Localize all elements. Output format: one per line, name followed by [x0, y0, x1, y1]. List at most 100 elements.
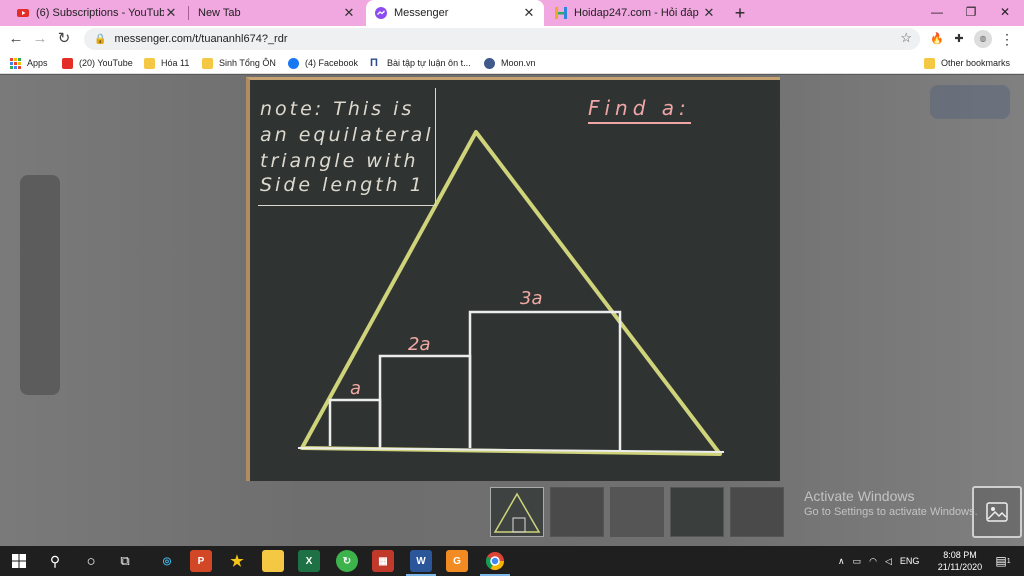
language-indicator[interactable]: ENG [900, 556, 920, 566]
apps-grid-icon [10, 57, 21, 69]
app-green-icon[interactable]: ↻ [336, 550, 358, 572]
thumbnail-4[interactable] [670, 487, 724, 537]
bookmark-label: Bài tập tự luận ôn t... [387, 58, 471, 68]
tab-label: Messenger [394, 7, 449, 19]
bookmark-label: Moon.vn [501, 58, 536, 68]
watermark-subtitle: Go to Settings to activate Windows. [804, 506, 978, 518]
back-button[interactable]: ← [6, 29, 26, 49]
tab-youtube[interactable]: (6) Subscriptions - YouTube ✕ [8, 0, 186, 26]
tab-new-tab[interactable]: New Tab ✕ [190, 0, 364, 26]
watermark-title: Activate Windows [804, 488, 915, 504]
bookmark-facebook[interactable]: (4) Facebook [288, 55, 358, 71]
close-icon[interactable]: ✕ [164, 5, 178, 21]
messenger-icon [374, 6, 388, 20]
note-line-3: triangle with [260, 150, 419, 172]
messenger-photo-viewer: note: This is an equilateral triangle wi… [0, 75, 1024, 546]
bookmark-hoa-11[interactable]: Hóa 11 [144, 55, 189, 71]
tab-messenger[interactable]: Messenger ✕ [366, 0, 544, 26]
tab-strip: (6) Subscriptions - YouTube ✕ New Tab ✕ … [0, 0, 1024, 26]
tab-label: (6) Subscriptions - YouTube [36, 7, 164, 19]
bookmark-other[interactable]: Other bookmarks [924, 55, 1010, 71]
note-line-4: Side length 1 [260, 174, 425, 196]
hoidap-icon [554, 6, 568, 20]
bookmark-apps[interactable]: Apps [10, 55, 48, 71]
find-a-heading: Find a: [588, 96, 691, 124]
volume-icon[interactable]: ◁ [885, 556, 892, 567]
url-text: messenger.com/t/tuananhl674?_rdr [114, 33, 288, 45]
facebook-icon [288, 57, 299, 69]
bookmark-label: Hóa 11 [161, 58, 190, 68]
windows-icon [12, 554, 26, 568]
thumbnail-5[interactable] [730, 487, 784, 537]
clock-date: 21/11/2020 [937, 562, 983, 572]
word-icon[interactable]: W [410, 550, 432, 572]
powerpoint-icon[interactable]: P [190, 550, 212, 572]
bookmark-label: (20) YouTube [79, 58, 133, 68]
label-a: a [350, 378, 362, 399]
thumbnail-3[interactable] [610, 487, 664, 537]
folder-icon [144, 57, 155, 69]
close-icon[interactable]: ✕ [342, 5, 356, 21]
profile-avatar[interactable]: ◍ [974, 30, 992, 48]
gallery-button[interactable] [972, 486, 1022, 538]
clock[interactable]: 8:08 PM 21/11/2020 [930, 549, 990, 573]
thumbnail-1[interactable] [490, 487, 544, 537]
new-tab-button[interactable]: + [730, 3, 750, 23]
pi-icon: Π [370, 56, 378, 69]
extensions-puzzle-icon[interactable]: ✚ [950, 30, 968, 48]
file-explorer-icon[interactable] [262, 550, 284, 572]
app-grid-icon[interactable]: ▦ [372, 550, 394, 572]
activate-windows-watermark: Activate Windows Go to Settings to activ… [804, 488, 978, 518]
windows-taskbar: ⚲ ○ ⧉ ◎ P ★ X ↻ ▦ W G ∧ ▭ ◠ ◁ ENG 8:08 P… [0, 546, 1024, 576]
notification-count: 1 [1006, 557, 1011, 565]
chevron-up-icon[interactable]: ∧ [838, 556, 845, 567]
youtube-icon [16, 6, 30, 20]
app-orange-icon[interactable]: G [446, 550, 468, 572]
blurred-sidebar [20, 175, 60, 395]
menu-kebab-icon[interactable]: ⋮ [998, 30, 1016, 48]
reload-button[interactable]: ↻ [54, 29, 74, 49]
chrome-icon[interactable] [484, 550, 506, 572]
thumbnail-2[interactable] [550, 487, 604, 537]
tab-hoidap[interactable]: Hoidap247.com - Hỏi đáp bài tập ✕ [546, 0, 724, 26]
task-view-icon[interactable]: ⧉ [114, 550, 136, 572]
start-button[interactable] [8, 550, 30, 572]
close-icon[interactable]: ✕ [522, 5, 536, 21]
note-line-2: an equilateral [260, 124, 434, 146]
folder-icon [924, 57, 935, 69]
restore-button[interactable]: ❐ [954, 2, 988, 22]
bookmark-label: (4) Facebook [305, 58, 359, 68]
excel-icon[interactable]: X [298, 550, 320, 572]
blurred-header [930, 85, 1010, 119]
minimize-button[interactable]: — [920, 2, 954, 22]
bookmark-bai-tap[interactable]: Π Bài tập tự luận ôn t... [370, 55, 471, 71]
notifications-icon[interactable]: ▤ 1 [992, 550, 1014, 572]
search-icon[interactable]: ⚲ [44, 550, 66, 572]
lock-icon: 🔒 [94, 33, 107, 45]
photo-thumbnail-strip [490, 487, 784, 539]
battery-icon[interactable]: ▭ [853, 556, 862, 567]
wifi-icon[interactable]: ◠ [869, 556, 877, 567]
app-icon[interactable]: ◎ [156, 550, 178, 572]
bookmark-youtube[interactable]: (20) YouTube [62, 55, 133, 71]
system-tray: ∧ ▭ ◠ ◁ ENG [838, 546, 919, 576]
bookmark-star-icon[interactable]: ☆ [900, 30, 912, 46]
bookmark-label: Apps [27, 58, 48, 68]
note-line-1: note: This is [260, 98, 415, 120]
bookmark-moon[interactable]: Moon.vn [484, 55, 536, 71]
blackboard-photo[interactable]: note: This is an equilateral triangle wi… [246, 77, 780, 481]
close-icon[interactable]: ✕ [702, 5, 716, 21]
forward-button[interactable]: → [30, 29, 50, 49]
browser-toolbar: ← → ↻ 🔒 messenger.com/t/tuananhl674?_rdr… [0, 26, 1024, 52]
tab-label: Hoidap247.com - Hỏi đáp bài tập [574, 7, 702, 19]
address-bar[interactable]: 🔒 messenger.com/t/tuananhl674?_rdr ☆ [84, 28, 920, 50]
label-2a: 2a [408, 334, 431, 355]
cortana-icon[interactable]: ○ [80, 550, 102, 572]
bookmark-sinh-tong-on[interactable]: Sinh Tổng ÔN [202, 55, 276, 71]
clock-time: 8:08 PM [943, 550, 977, 560]
youtube-icon [62, 57, 73, 69]
star-app-icon[interactable]: ★ [226, 550, 248, 572]
bookmark-label: Sinh Tổng ÔN [219, 58, 276, 68]
extension-flame-icon[interactable]: 🔥 [928, 30, 946, 48]
window-close-button[interactable]: ✕ [988, 2, 1022, 22]
